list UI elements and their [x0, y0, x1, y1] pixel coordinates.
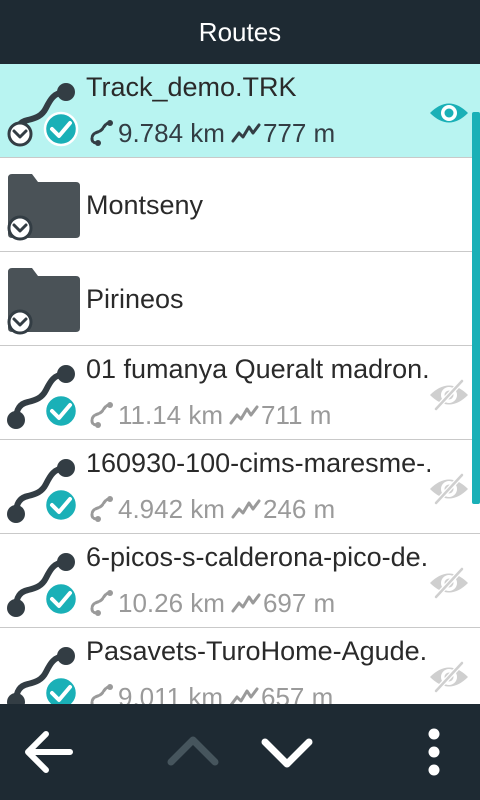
route-icon	[6, 548, 82, 618]
elevation-icon	[231, 123, 261, 143]
route-icon	[6, 642, 82, 704]
route-name: 6-picos-s-calderona-pico-de.	[86, 542, 429, 572]
route-distance: 11.14 km	[118, 399, 224, 430]
route-stats: 10.26 km 697 m	[86, 586, 335, 620]
check-badge-icon	[43, 675, 79, 704]
folder-name: Montseny	[86, 190, 204, 220]
chevron-down-icon	[261, 738, 313, 768]
route-stats: 9.784 km 777 m	[86, 116, 335, 150]
route-stats: 9.011 km 657 m	[86, 680, 333, 704]
route-row[interactable]: 01 fumanya Queralt madron. 11.14 km 711 m	[0, 346, 480, 440]
chevron-up-icon	[167, 736, 219, 766]
check-badge-icon	[43, 581, 79, 617]
more-vertical-icon	[428, 728, 440, 776]
chevron-down-badge-icon	[7, 309, 33, 335]
route-name: 160930-100-cims-maresme-.	[86, 448, 430, 478]
route-name: Pasavets-TuroHome-Agude.	[86, 636, 428, 666]
folder-icon	[6, 172, 82, 242]
route-elevation: 777 m	[262, 117, 336, 148]
route-distance: 9.011 km	[118, 681, 224, 705]
route-distance: 4.942 km	[118, 493, 225, 524]
route-icon	[6, 360, 82, 430]
bottom-toolbar	[0, 704, 480, 800]
check-badge-icon	[43, 393, 79, 429]
check-badge-icon	[43, 111, 79, 147]
eye-off-icon[interactable]	[428, 468, 470, 510]
scroll-up-button[interactable]	[163, 722, 223, 782]
folder-icon	[6, 266, 82, 336]
route-name: Track_demo.TRK	[86, 72, 297, 102]
header-bar: Routes	[0, 0, 480, 64]
elevation-icon	[231, 499, 261, 519]
chevron-down-badge-icon	[7, 215, 33, 241]
route-row[interactable]: 6-picos-s-calderona-pico-de. 10.26 km 697 …	[0, 534, 480, 628]
distance-icon	[90, 684, 113, 704]
elevation-icon	[231, 593, 261, 613]
folder-row[interactable]: Montseny	[0, 158, 480, 252]
eye-icon[interactable]	[428, 92, 470, 134]
route-list[interactable]: Track_demo.TRK 9.784 km 777 m Montseny Pirin…	[0, 64, 480, 704]
route-stats: 4.942 km 246 m	[86, 492, 335, 526]
route-elevation: 697 m	[262, 587, 336, 618]
route-row[interactable]: 160930-100-cims-maresme-. 4.942 km 246 m	[0, 440, 480, 534]
route-distance: 10.26 km	[118, 587, 225, 618]
folder-row[interactable]: Pirineos	[0, 252, 480, 346]
distance-icon	[90, 496, 113, 522]
eye-off-icon[interactable]	[428, 562, 470, 604]
back-button[interactable]	[18, 722, 78, 782]
route-distance: 9.784 km	[118, 117, 225, 148]
route-icon	[6, 78, 82, 148]
route-elevation: 711 m	[261, 399, 332, 430]
route-icon	[6, 454, 82, 524]
page-title: Routes	[198, 16, 282, 47]
back-arrow-icon	[25, 731, 73, 773]
route-name: 01 fumanya Queralt madron.	[86, 354, 430, 384]
eye-off-icon[interactable]	[428, 656, 470, 698]
distance-icon	[90, 402, 113, 428]
distance-icon	[90, 590, 113, 616]
route-row[interactable]: Pasavets-TuroHome-Agude. 9.011 km 657 m	[0, 628, 480, 704]
folder-name: Pirineos	[86, 284, 184, 314]
scrollbar[interactable]	[472, 112, 480, 504]
distance-icon	[90, 120, 113, 146]
route-row-selected[interactable]: Track_demo.TRK 9.784 km 777 m	[0, 64, 480, 158]
route-stats: 11.14 km 711 m	[86, 398, 331, 432]
more-menu-button[interactable]	[404, 722, 464, 782]
route-elevation: 246 m	[262, 493, 336, 524]
elevation-icon	[229, 687, 259, 704]
route-elevation: 657 m	[261, 681, 334, 705]
eye-off-icon[interactable]	[428, 374, 470, 416]
chevron-down-badge-icon	[7, 121, 33, 147]
scroll-down-button[interactable]	[257, 722, 317, 782]
elevation-icon	[229, 405, 259, 425]
check-badge-icon	[43, 487, 79, 523]
